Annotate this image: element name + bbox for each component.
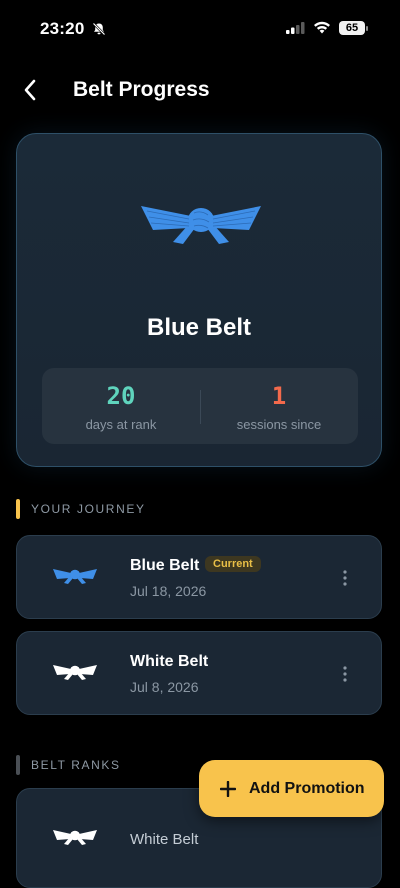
white-belt-icon <box>53 830 97 845</box>
journey-section-label: YOUR JOURNEY <box>31 502 146 516</box>
ranks-accent-bar <box>16 755 20 775</box>
journey-item-blue-belt[interactable]: Blue Belt Current Jul 18, 2026 <box>16 535 382 619</box>
wifi-icon <box>314 21 330 34</box>
more-vertical-icon[interactable] <box>343 666 347 682</box>
journey-item-title: White Belt <box>130 653 209 670</box>
nav-bar: Belt Progress <box>0 68 400 112</box>
battery-tip <box>366 26 368 31</box>
status-time: 23:20 <box>40 19 85 38</box>
more-vertical-icon[interactable] <box>343 570 347 586</box>
chevron-left-icon <box>24 79 36 101</box>
journey-item-white-belt[interactable]: White Belt Jul 8, 2026 <box>16 631 382 715</box>
days-at-rank-value: 20 <box>106 382 136 410</box>
cellular-signal-icon <box>286 22 305 34</box>
current-belt-card: Blue Belt 20 days at rank 1 sessions sin… <box>16 133 382 467</box>
bell-muted-icon <box>92 22 106 36</box>
days-at-rank-label: days at rank <box>85 417 157 432</box>
ranks-section-label: BELT RANKS <box>31 758 121 772</box>
journey-item-date: Jul 8, 2026 <box>130 679 199 695</box>
journey-item-title: Blue Belt <box>130 557 200 574</box>
add-promotion-button[interactable]: Add Promotion <box>199 760 384 817</box>
sessions-since-label: sessions since <box>236 417 322 432</box>
add-promotion-label: Add Promotion <box>249 779 365 797</box>
battery-indicator: 65 <box>339 21 365 35</box>
current-belt-title: Blue Belt <box>146 314 251 341</box>
back-button[interactable] <box>14 74 46 106</box>
belt-knot-icon <box>141 206 261 244</box>
status-bar: 23:20 65 <box>0 0 400 58</box>
sessions-since-value: 1 <box>271 382 287 410</box>
journey-accent-bar <box>16 499 20 519</box>
sessions-since-stat: 1 sessions since <box>200 368 358 444</box>
blue-belt-icon <box>53 569 97 584</box>
days-at-rank-stat: 20 days at rank <box>42 368 200 444</box>
white-belt-icon <box>53 665 97 680</box>
current-badge: Current <box>205 556 261 572</box>
page-title: Belt Progress <box>73 78 210 101</box>
journey-item-date: Jul 18, 2026 <box>130 583 207 599</box>
rank-item-title: White Belt <box>130 831 199 848</box>
stats-panel: 20 days at rank 1 sessions since <box>42 368 358 444</box>
plus-icon <box>217 778 239 800</box>
